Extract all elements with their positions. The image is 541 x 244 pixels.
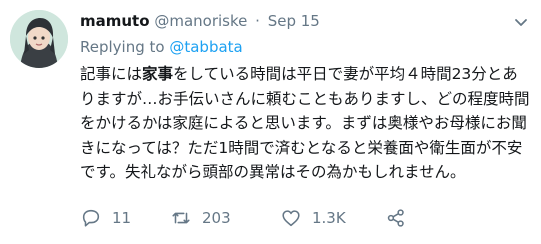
avatar-illustration <box>10 10 68 68</box>
replying-to-label: Replying to <box>80 38 170 56</box>
tweet-text-part1: 記事には <box>80 65 143 83</box>
heart-icon <box>282 210 300 227</box>
timestamp[interactable]: Sep 15 <box>268 12 320 30</box>
replying-to: Replying to @tabbata <box>80 36 243 58</box>
share-button[interactable] <box>385 204 417 232</box>
separator-dot: · <box>255 12 260 30</box>
retweet-count: 203 <box>202 209 231 227</box>
replying-to-mention[interactable]: @tabbata <box>169 38 242 56</box>
chevron-down-icon[interactable] <box>513 14 529 30</box>
retweet-button[interactable]: 203 <box>170 204 231 232</box>
tweet-actions: 11 203 1.3K <box>80 204 520 232</box>
reply-button[interactable]: 11 <box>80 204 131 232</box>
display-name[interactable]: mamuto <box>80 12 150 30</box>
reply-count: 11 <box>112 209 132 227</box>
tweet-text-bold: 家事 <box>142 65 174 83</box>
share-icon <box>387 209 404 227</box>
like-button[interactable]: 1.3K <box>280 204 346 232</box>
avatar[interactable] <box>10 10 68 68</box>
like-count: 1.3K <box>312 209 346 227</box>
tweet-header: mamuto @manoriske · Sep 15 <box>80 10 320 32</box>
retweet-icon <box>172 212 190 224</box>
tweet-text: 記事には家事をしている時間は平日で妻が平均４時間23分とありますが…お手伝いさん… <box>80 62 530 185</box>
reply-icon <box>82 209 100 227</box>
user-handle[interactable]: @manoriske <box>154 12 247 30</box>
